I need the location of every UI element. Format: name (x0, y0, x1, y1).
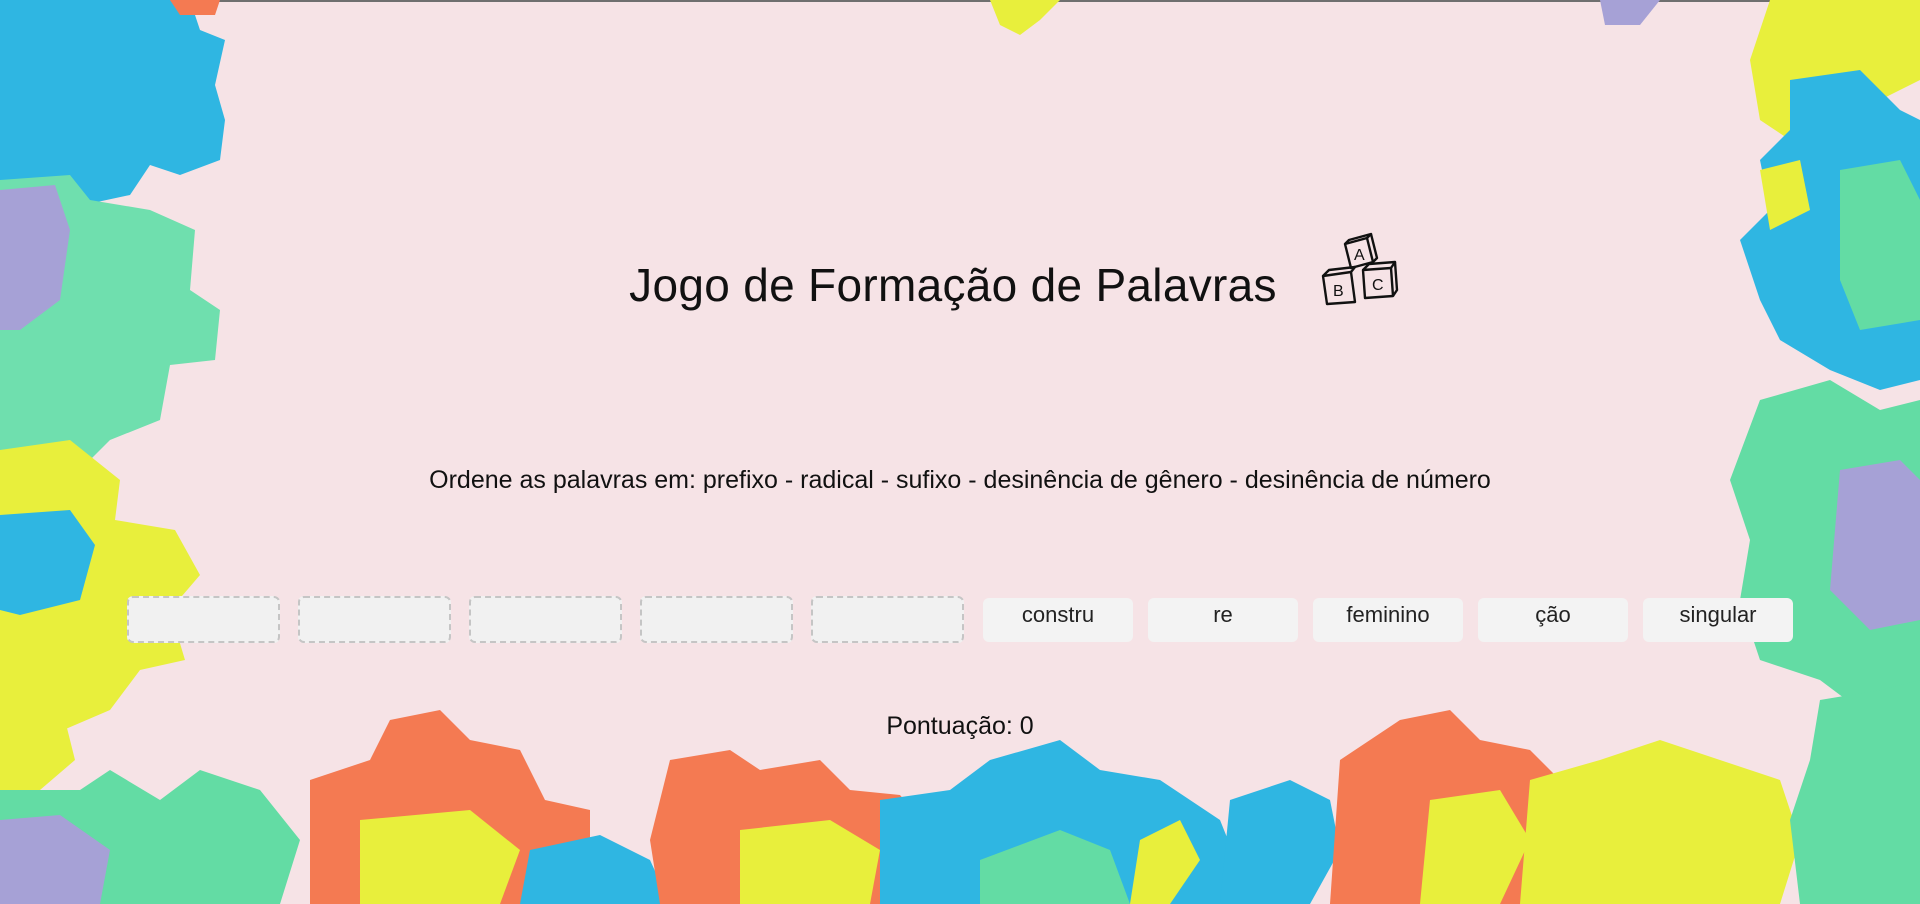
word-tile-re[interactable]: re (1148, 598, 1298, 642)
puzzle-piece (1600, 0, 1660, 25)
svg-text:A: A (1354, 247, 1365, 264)
abc-blocks-icon: A B C (1321, 232, 1399, 306)
drop-slot-4[interactable] (640, 596, 793, 643)
title-row: Jogo de Formação de Palavras A B C (0, 232, 1920, 312)
puzzle-piece (1520, 740, 1800, 904)
word-tile-feminino[interactable]: feminino (1313, 598, 1463, 642)
drop-slot-5[interactable] (811, 596, 964, 643)
puzzle-piece (990, 0, 1060, 35)
svg-text:B: B (1333, 283, 1344, 300)
drop-slot-3[interactable] (469, 596, 622, 643)
score-text: Pontuação: 0 (886, 712, 1034, 740)
drop-slots (127, 596, 982, 643)
word-tile-singular[interactable]: singular (1643, 598, 1793, 642)
svg-text:C: C (1372, 277, 1384, 294)
puzzle-background (0, 0, 1920, 904)
word-tile-constru[interactable]: constru (983, 598, 1133, 642)
drop-slot-1[interactable] (127, 596, 280, 643)
page-title: Jogo de Formação de Palavras (629, 259, 1277, 311)
word-tiles: constru re feminino ção singular (983, 598, 1808, 642)
instruction-text: Ordene as palavras em: prefixo - radical… (429, 466, 1491, 494)
word-tile-cao[interactable]: ção (1478, 598, 1628, 642)
puzzle-piece (1220, 780, 1340, 904)
drop-slot-2[interactable] (298, 596, 451, 643)
